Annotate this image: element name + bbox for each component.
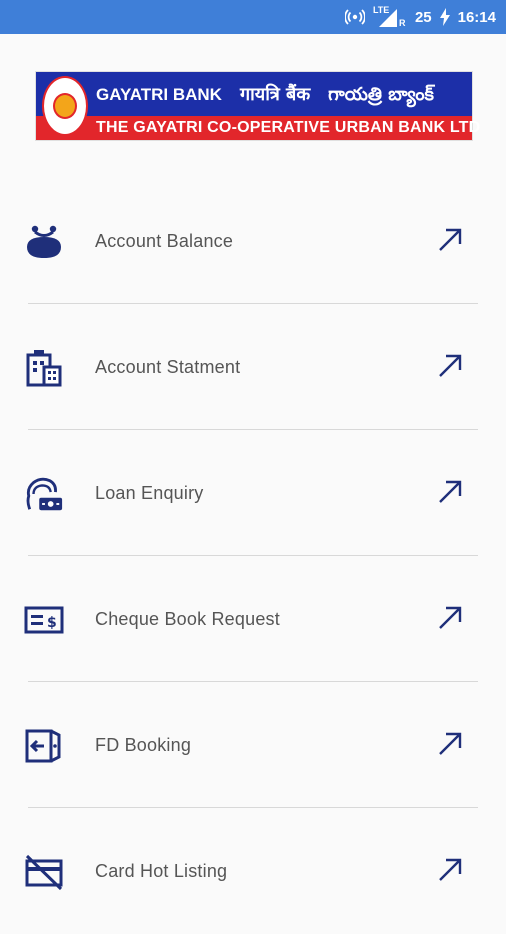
- signal-icon: LTE R: [373, 5, 407, 28]
- battery-level: 25: [414, 8, 432, 26]
- logo-title: GAYATRI BANK गायत्रि बैंक గాయత్రి బ్యాంక్: [96, 84, 434, 105]
- menu-item-card-hot-listing[interactable]: Card Hot Listing: [0, 808, 506, 934]
- menu-item-fd-booking[interactable]: FD Booking: [0, 682, 506, 808]
- menu-item-account-balance[interactable]: Account Balance: [0, 178, 506, 304]
- arrow-up-right-icon: [436, 604, 464, 632]
- clock: 16:14: [457, 8, 496, 26]
- logo-subtitle: THE GAYATRI CO-OPERATIVE URBAN BANK LTD: [96, 119, 481, 136]
- menu-item-label: FD Booking: [95, 735, 192, 755]
- menu-item-account-statement[interactable]: Account Statment: [0, 304, 506, 430]
- hotspot-icon: [344, 7, 365, 27]
- arrow-up-right-icon: [436, 730, 464, 758]
- statement-building-icon: [24, 348, 64, 388]
- status-bar: LTE R 25 16:14: [0, 0, 506, 34]
- arrow-up-right-icon: [436, 856, 464, 884]
- bank-seal-icon: [42, 76, 88, 136]
- bank-logo: GAYATRI BANK गायत्रि बैंक గాయత్రి బ్యాంక్ …: [36, 72, 480, 140]
- menu-item-label: Loan Enquiry: [95, 483, 204, 503]
- svg-text:$: $: [47, 615, 57, 631]
- menu-item-label: Account Balance: [95, 231, 234, 251]
- card-blocked-icon: [24, 852, 64, 892]
- menu-item-loan-enquiry[interactable]: Loan Enquiry: [0, 430, 506, 556]
- arrow-up-right-icon: [436, 478, 464, 506]
- services-menu: Account Balance Account Statment Loan En…: [0, 178, 506, 934]
- arrow-up-right-icon: [436, 352, 464, 380]
- menu-item-cheque-book-request[interactable]: $ Cheque Book Request: [0, 556, 506, 682]
- cheque-icon: $: [24, 600, 64, 640]
- charging-icon: [439, 8, 450, 26]
- arrow-up-right-icon: [436, 226, 464, 254]
- roaming-indicator: R: [398, 18, 406, 28]
- person-cash-icon: [24, 474, 64, 514]
- menu-item-label: Cheque Book Request: [95, 609, 280, 629]
- menu-item-label: Account Statment: [95, 357, 241, 377]
- menu-item-label: Card Hot Listing: [95, 861, 228, 881]
- coin-purse-icon: [24, 222, 64, 262]
- fd-booking-icon: [24, 726, 64, 766]
